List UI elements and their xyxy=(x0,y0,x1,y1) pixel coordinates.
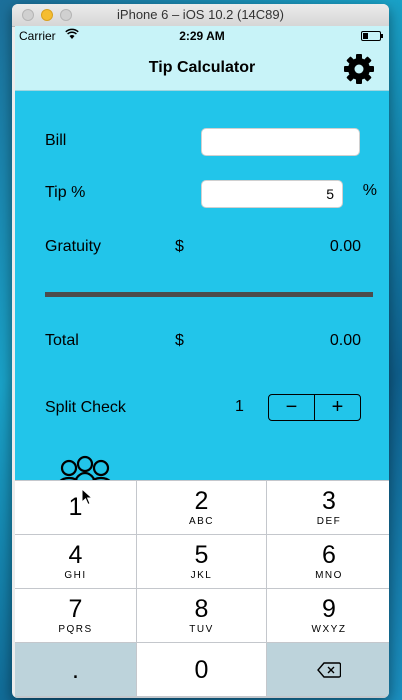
bill-input[interactable] xyxy=(201,128,360,156)
key-8[interactable]: 8 TUV xyxy=(137,589,266,642)
bill-label: Bill xyxy=(45,132,67,149)
key-4[interactable]: 4 GHI xyxy=(15,535,136,588)
key-decimal[interactable]: . xyxy=(15,643,136,696)
key-9[interactable]: 9 WXYZ xyxy=(267,589,389,642)
nav-title: Tip Calculator xyxy=(148,59,256,76)
tip-percent-input[interactable]: 5 xyxy=(201,180,343,208)
decrement-button[interactable]: − xyxy=(269,395,314,420)
battery-icon xyxy=(361,31,383,41)
key-6[interactable]: 6 MNO xyxy=(267,535,389,588)
split-count: 1 xyxy=(235,398,244,415)
simulator-window: iPhone 6 – iOS 10.2 (14C89) Carrier 2:29… xyxy=(12,4,389,698)
tip-label: Tip % xyxy=(45,184,86,201)
backspace-icon xyxy=(317,661,341,678)
navigation-bar: Tip Calculator xyxy=(15,46,389,91)
status-time: 2:29 AM xyxy=(179,29,225,43)
backspace-key[interactable] xyxy=(267,643,389,696)
key-1[interactable]: 1 xyxy=(15,481,136,534)
key-0[interactable]: 0 xyxy=(137,643,266,696)
key-7[interactable]: 7 PQRS xyxy=(15,589,136,642)
numeric-keypad: 1 2 ABC 3 DEF 4 GHI 5 JKL 6 MNO 7 PQRS 8 TUV 9W… xyxy=(15,480,389,698)
gratuity-currency: $ xyxy=(175,238,184,255)
key-2[interactable]: 2 ABC xyxy=(137,481,266,534)
total-label: Total xyxy=(45,332,79,349)
gratuity-label: Gratuity xyxy=(45,238,102,255)
tip-percent-suffix: % xyxy=(362,182,377,199)
window-titlebar: iPhone 6 – iOS 10.2 (14C89) xyxy=(12,4,389,27)
total-value: 0.00 xyxy=(329,332,361,349)
mouse-cursor-icon xyxy=(81,488,93,506)
total-currency: $ xyxy=(175,332,184,349)
split-stepper[interactable]: − + xyxy=(268,394,361,421)
divider xyxy=(45,292,373,297)
gear-icon[interactable] xyxy=(343,53,375,85)
window-title: iPhone 6 – iOS 10.2 (14C89) xyxy=(117,7,284,22)
key-5[interactable]: 5 JKL xyxy=(137,535,266,588)
increment-button[interactable]: + xyxy=(314,395,360,420)
gratuity-value: 0.00 xyxy=(329,238,361,255)
phone-screen: Carrier 2:29 AM Tip Calculator Bill Tip … xyxy=(15,26,389,698)
status-bar: Carrier 2:29 AM xyxy=(15,26,389,46)
split-check-label: Split Check xyxy=(45,399,126,416)
key-3[interactable]: 3 DEF xyxy=(267,481,389,534)
